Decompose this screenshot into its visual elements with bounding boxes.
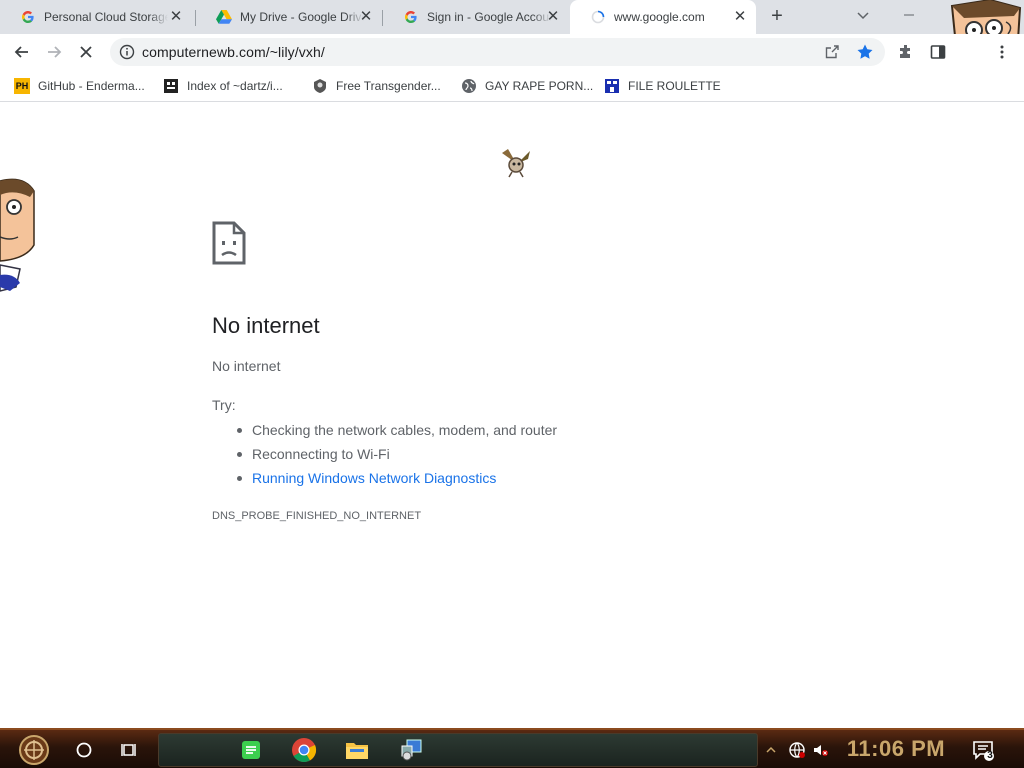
more-menu-icon[interactable] xyxy=(990,40,1014,64)
try-label: Try: xyxy=(212,397,236,413)
minimize-icon[interactable] xyxy=(902,8,916,22)
tab-strip: Personal Cloud Storage ✕ My Drive - Goog… xyxy=(0,0,1024,58)
file-explorer-icon[interactable] xyxy=(342,734,372,766)
address-bar[interactable]: computernewb.com/~lily/vxh/ xyxy=(110,38,885,66)
chrome-icon[interactable] xyxy=(288,734,320,766)
forward-icon[interactable] xyxy=(42,40,66,64)
flying-creature-icon xyxy=(502,149,530,178)
close-tab-icon[interactable]: ✕ xyxy=(545,9,561,25)
notes-app-icon[interactable] xyxy=(236,734,266,766)
error-subtitle: No internet xyxy=(212,358,281,374)
tab-title: www.google.com xyxy=(614,10,705,24)
control-panel-icon[interactable] xyxy=(396,734,426,766)
url-text[interactable]: computernewb.com/~lily/vxh/ xyxy=(142,44,325,60)
bookmark-label: GitHub - Enderma... xyxy=(38,79,145,93)
sad-page-icon xyxy=(212,221,246,265)
bookmark-label: Free Transgender... xyxy=(336,79,441,93)
bookmark-github[interactable]: PH GitHub - Enderma... xyxy=(14,76,145,96)
google-drive-icon xyxy=(216,9,232,25)
taskbar: 11:06 PM 3 xyxy=(0,728,1024,768)
bookmark-site-4[interactable]: GAY RAPE PORN... xyxy=(461,76,593,96)
stop-loading-icon[interactable] xyxy=(74,40,98,64)
google-g-icon xyxy=(403,9,419,25)
clock[interactable]: 11:06 PM xyxy=(840,736,952,764)
suggestion-check-cables: Checking the network cables, modem, and … xyxy=(236,421,557,445)
error-code: DNS_PROBE_FINISHED_NO_INTERNET xyxy=(212,510,422,522)
toolbar: computernewb.com/~lily/vxh/ xyxy=(0,34,1024,70)
loading-spinner-icon xyxy=(590,9,606,25)
network-globe-icon[interactable] xyxy=(786,734,808,766)
tab-sign-in[interactable]: Sign in - Google Accounts ✕ xyxy=(383,0,569,34)
bookmark-label: GAY RAPE PORN... xyxy=(485,79,594,93)
tab-title: Sign in - Google Accounts xyxy=(427,10,551,24)
chevron-down-icon[interactable] xyxy=(854,6,872,24)
bug-icon xyxy=(163,78,179,94)
cortana-search-icon[interactable] xyxy=(70,734,98,766)
error-title: No internet xyxy=(212,313,320,338)
bookmark-file-roulette[interactable]: FILE ROULETTE xyxy=(604,76,721,96)
globe-icon xyxy=(461,78,477,94)
notification-count: 3 xyxy=(987,750,993,761)
tab-title: Personal Cloud Storage xyxy=(44,10,168,24)
close-tab-icon[interactable]: ✕ xyxy=(732,9,748,25)
close-tab-icon[interactable]: ✕ xyxy=(168,9,184,25)
extensions-icon[interactable] xyxy=(894,40,918,64)
chevron-up-icon[interactable] xyxy=(764,734,778,766)
google-g-icon xyxy=(20,9,36,25)
share-icon[interactable] xyxy=(824,44,840,60)
ph-badge-icon: PH xyxy=(14,78,30,94)
close-tab-icon[interactable]: ✕ xyxy=(358,9,374,25)
suggestion-list: Checking the network cables, modem, and … xyxy=(236,421,557,493)
start-button[interactable] xyxy=(10,734,58,766)
error-page: No internet No internet Try: Checking th… xyxy=(0,103,1024,729)
bookmark-label: FILE ROULETTE xyxy=(628,79,721,93)
bookmark-star-icon[interactable] xyxy=(856,43,874,61)
volume-muted-icon[interactable] xyxy=(810,734,832,766)
bookmark-label: Index of ~dartz/i... xyxy=(187,79,283,93)
network-diagnostics-link[interactable]: Running Windows Network Diagnostics xyxy=(236,469,557,493)
file-icon xyxy=(604,78,620,94)
bookmarks-bar: PH GitHub - Enderma... Index of ~dartz/i… xyxy=(0,70,1024,102)
info-icon[interactable] xyxy=(119,44,135,60)
tab-google-active[interactable]: www.google.com ✕ xyxy=(570,0,756,34)
bookmark-index-dartz[interactable]: Index of ~dartz/i... xyxy=(163,76,283,96)
new-tab-icon[interactable]: + xyxy=(766,6,788,28)
task-view-icon[interactable] xyxy=(116,734,144,766)
suggestion-reconnect-wifi: Reconnecting to Wi-Fi xyxy=(236,445,557,469)
tab-personal-cloud[interactable]: Personal Cloud Storage ✕ xyxy=(0,0,192,34)
tab-my-drive[interactable]: My Drive - Google Drive ✕ xyxy=(196,0,382,34)
notifications-icon[interactable]: 3 xyxy=(968,734,998,766)
site-icon xyxy=(312,78,328,94)
back-icon[interactable] xyxy=(10,40,34,64)
cartoon-character-icon xyxy=(0,178,35,292)
bookmark-free-transgender[interactable]: Free Transgender... xyxy=(312,76,441,96)
tab-title: My Drive - Google Drive xyxy=(240,10,364,24)
side-panel-icon[interactable] xyxy=(926,40,950,64)
